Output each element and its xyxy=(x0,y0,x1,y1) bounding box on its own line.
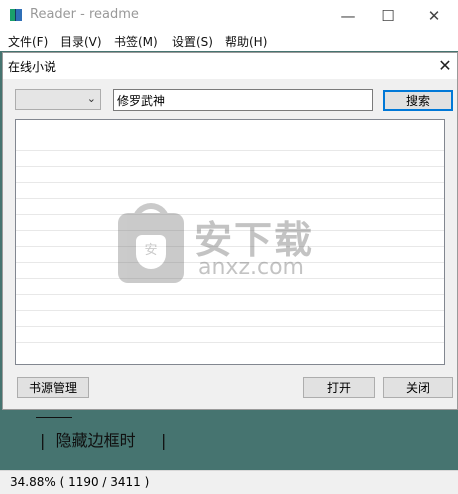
close-icon: ✕ xyxy=(427,6,441,25)
dialog-title: 在线小说 xyxy=(8,60,57,74)
window-title: Reader - readme xyxy=(30,7,139,22)
chevron-down-icon: ⌄ xyxy=(86,92,96,105)
search-button[interactable]: 搜索 xyxy=(383,90,453,111)
open-button-label: 打开 xyxy=(326,381,351,395)
search-button-label: 搜索 xyxy=(405,94,430,108)
menu-bar: 文件(F) 目录(V) 书签(M) 设置(S) 帮助(H) xyxy=(0,31,458,51)
shield-icon: 安 xyxy=(136,235,166,269)
menu-file[interactable]: 文件(F) xyxy=(8,33,48,50)
maximize-button[interactable]: ☐ xyxy=(366,0,410,31)
menu-help[interactable]: 帮助(H) xyxy=(225,33,267,50)
source-dropdown[interactable]: ⌄ xyxy=(15,89,101,110)
book-app-icon xyxy=(10,9,22,21)
watermark-text-en: anxz.com xyxy=(198,255,304,280)
close-window-button[interactable]: ✕ xyxy=(412,0,456,31)
list-divider xyxy=(16,166,444,167)
bag-handle xyxy=(132,203,170,225)
dialog-title-bar: 在线小说 ✕ xyxy=(3,53,457,79)
list-divider xyxy=(16,182,444,183)
maximize-icon: ☐ xyxy=(381,6,395,25)
reader-text-rule xyxy=(36,417,72,418)
reading-progress: 34.88% ( 1190 / 3411 ) xyxy=(10,475,150,489)
list-divider xyxy=(16,326,444,327)
reader-visible-text: | 隐藏边框时 | xyxy=(40,431,167,450)
shopping-bag-icon: 安 xyxy=(118,203,184,283)
menu-bookmark[interactable]: 书签(M) xyxy=(114,33,158,50)
watermark-logo: 安 安下载 anxz.com xyxy=(118,203,338,285)
close-icon: ✕ xyxy=(438,55,452,75)
manage-sources-label: 书源管理 xyxy=(28,381,77,395)
list-divider xyxy=(16,198,444,199)
manage-sources-button[interactable]: 书源管理 xyxy=(17,377,89,398)
minimize-button[interactable]: — xyxy=(326,0,370,31)
list-divider xyxy=(16,310,444,311)
open-button[interactable]: 打开 xyxy=(303,377,375,398)
menu-settings[interactable]: 设置(S) xyxy=(172,33,213,50)
list-divider xyxy=(16,150,444,151)
minimize-icon: — xyxy=(340,6,356,25)
list-divider xyxy=(16,342,444,343)
close-button[interactable]: 关闭 xyxy=(383,377,453,398)
close-button-label: 关闭 xyxy=(405,381,430,395)
dialog-close-button[interactable]: ✕ xyxy=(435,55,455,75)
search-input[interactable]: 修罗武神 xyxy=(113,89,373,111)
list-divider xyxy=(16,294,444,295)
status-bar: 34.88% ( 1190 / 3411 ) xyxy=(0,470,458,494)
menu-toc[interactable]: 目录(V) xyxy=(60,33,102,50)
title-bar: Reader - readme — ☐ ✕ xyxy=(0,0,458,31)
